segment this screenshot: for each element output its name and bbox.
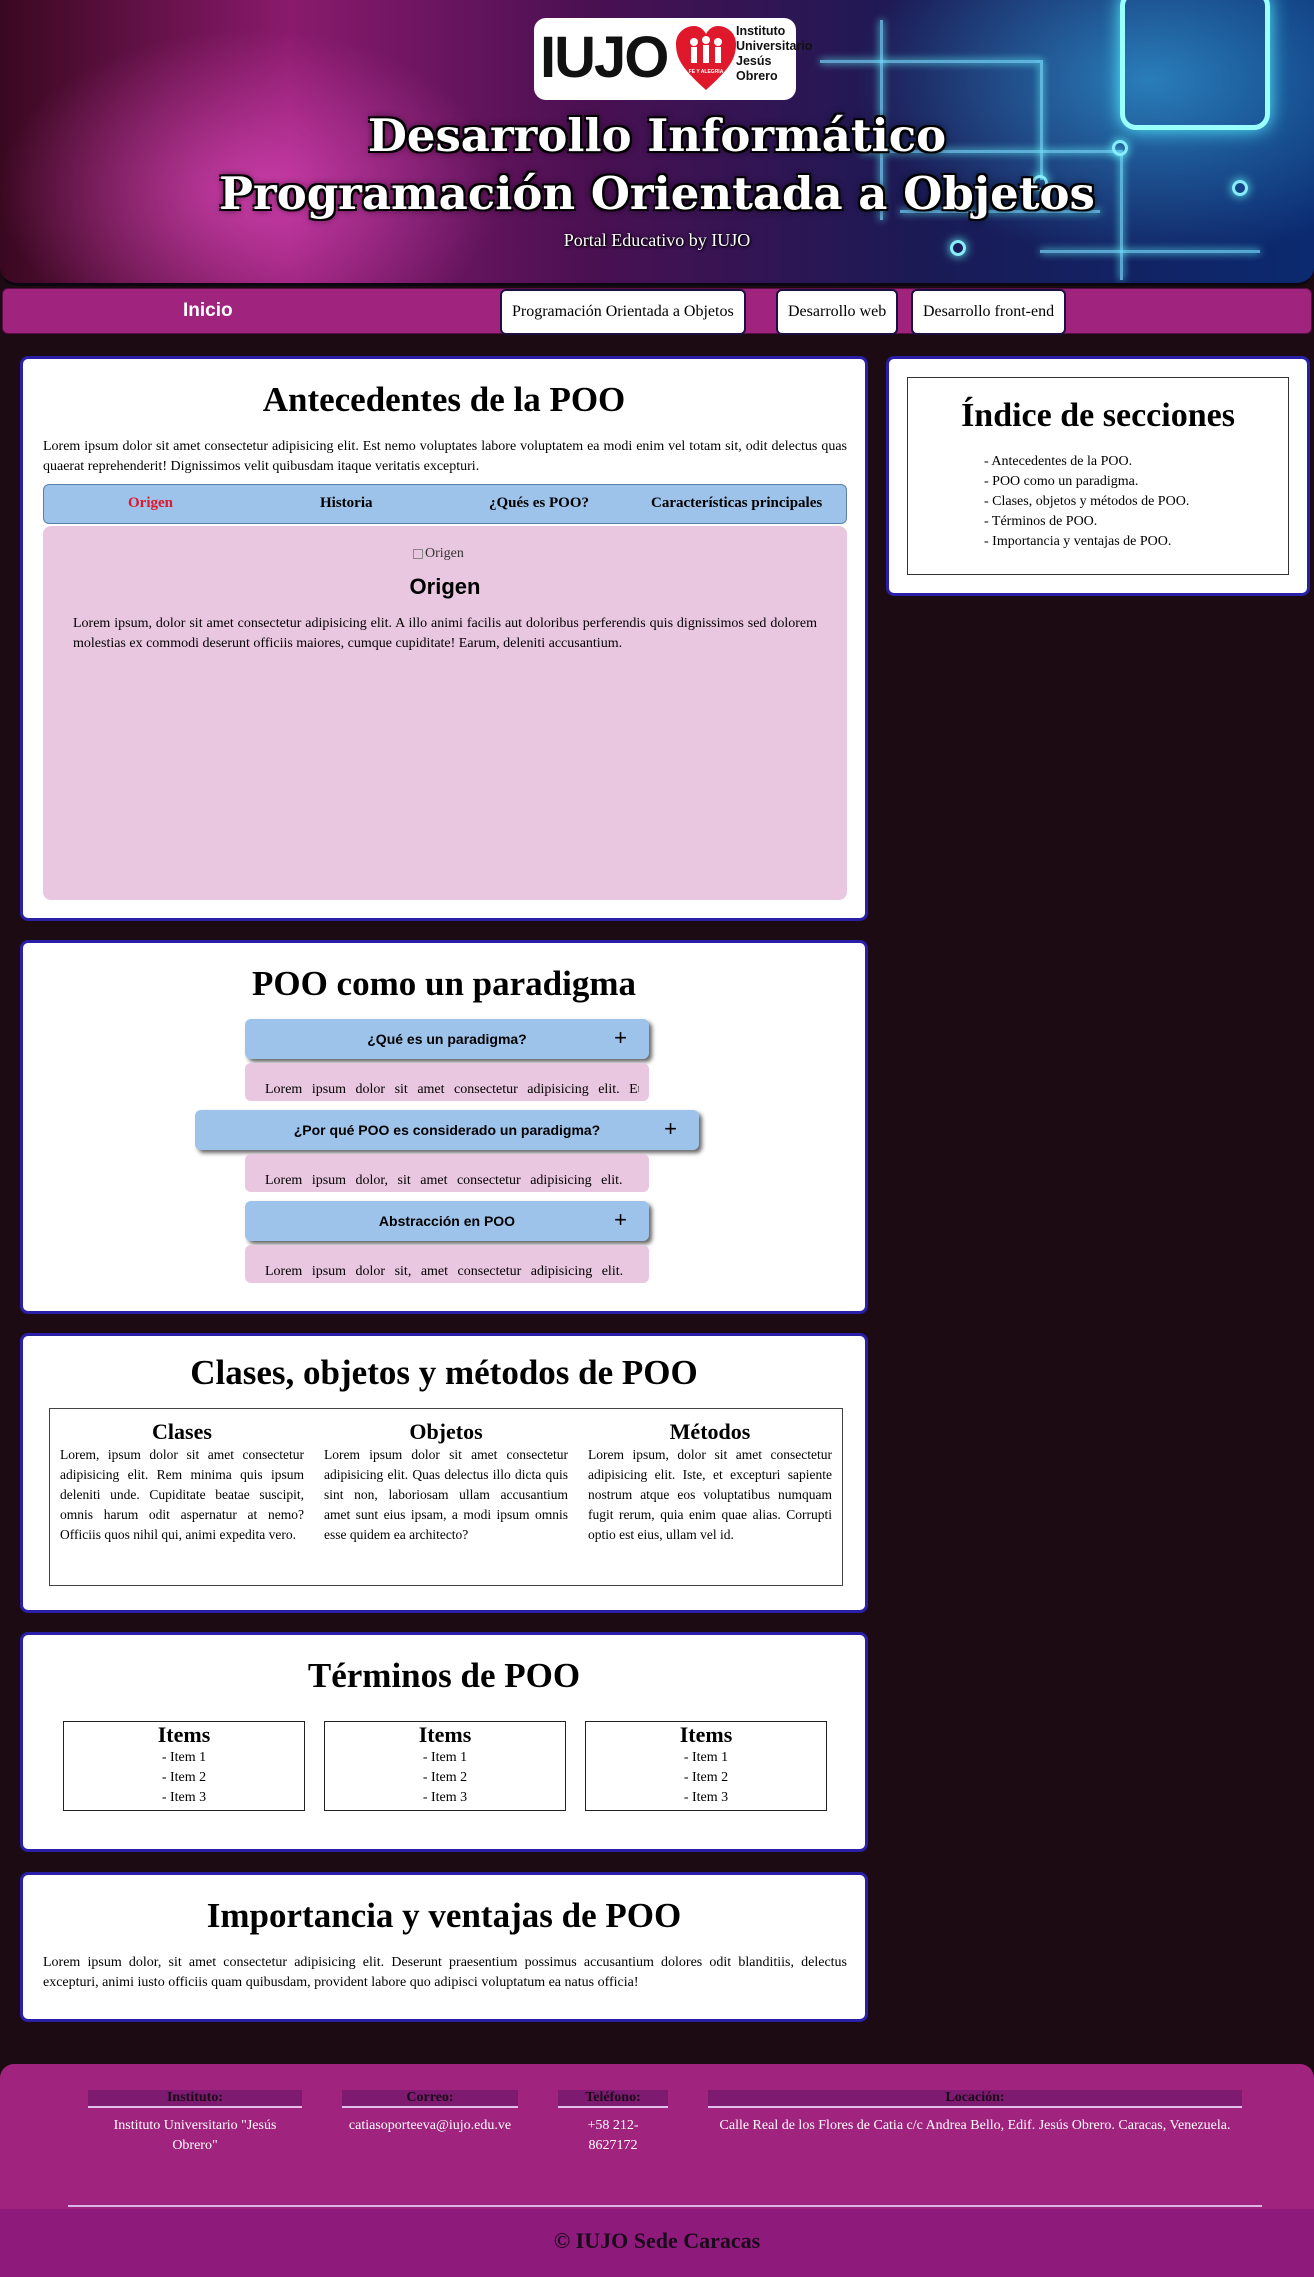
section-importancia: Importancia y ventajas de POO Lorem ipsu… [20, 1872, 868, 2022]
footer: Instituto: Instituto Universitario "Jesú… [0, 2064, 1314, 2277]
index-link-terminos[interactable]: - Términos de POO. [984, 512, 1189, 532]
column-text-clases: Lorem, ipsum dolor sit amet consectetur … [60, 1447, 304, 1542]
tab-que-es-poo[interactable]: ¿Qués es POO? [489, 495, 589, 512]
tab-historia[interactable]: Historia [320, 495, 373, 512]
site-subtitle: Portal Educativo by IUJO [563, 230, 751, 250]
column-title-objetos: Objetos [409, 1419, 483, 1444]
index-link-clases[interactable]: - Clases, objetos y métodos de POO. [984, 492, 1189, 512]
section-terminos: Términos de POO Items - Item 1 - Item 2 … [20, 1632, 868, 1852]
columns-container: Clases Lorem, ipsum dolor sit amet conse… [49, 1408, 843, 1586]
index-box: Índice de secciones - Antecedentes de la… [907, 377, 1289, 575]
footer-label-instituto: Instituto: [88, 2090, 302, 2108]
origen-image: Origen [413, 546, 464, 562]
section-title: Antecedentes de la POO [262, 380, 626, 419]
section-intro: Lorem ipsum dolor sit amet consectetur a… [43, 439, 847, 474]
accordion-header-2[interactable]: ¿Por qué POO es considerado un paradigma… [195, 1110, 699, 1150]
nav-item-poo[interactable]: Programación Orientada a Objetos [500, 289, 746, 335]
tab-content: Origen Origen Lorem ipsum, dolor sit ame… [43, 526, 847, 900]
index-link-antecedentes[interactable]: - Antecedentes de la POO. [984, 452, 1189, 472]
section-title: Clases, objetos y métodos de POO [190, 1353, 698, 1392]
accordion-body-3: Lorem ipsum dolor sit, amet consectetur … [245, 1245, 649, 1283]
items-box-3: Items - Item 1 - Item 2 - Item 3 [585, 1721, 827, 1811]
section-title: Términos de POO [307, 1656, 581, 1695]
tab-bar: Origen Historia ¿Qués es POO? Caracterís… [43, 484, 847, 524]
section-paradigma: POO como un paradigma ¿Qué es un paradig… [20, 940, 868, 1314]
plus-icon[interactable]: + [614, 1207, 627, 1233]
index-title: Índice de secciones [961, 397, 1235, 434]
section-title: Importancia y ventajas de POO [206, 1896, 682, 1935]
nav-home-link[interactable]: Inicio [183, 300, 233, 322]
accordion-body-1: Lorem ipsum dolor sit amet consectetur a… [245, 1063, 649, 1101]
iujo-logo: IUJO FE Y ALEGRIA Instituto Universitari… [534, 18, 812, 100]
footer-divider [68, 2205, 1262, 2207]
footer-label-correo: Correo: [342, 2090, 518, 2108]
footer-label-telefono: Teléfono: [558, 2090, 668, 2108]
column-title-clases: Clases [152, 1419, 212, 1444]
plus-icon[interactable]: + [664, 1116, 677, 1142]
section-clases: Clases, objetos y métodos de POO Clases … [20, 1333, 868, 1613]
nav-item-front-end[interactable]: Desarrollo front-end [911, 289, 1067, 335]
footer-value-locacion: Calle Real de los Flores de Catia c/c An… [719, 2118, 1231, 2133]
section-antecedentes: Antecedentes de la POO Lorem ipsum dolor… [20, 356, 868, 921]
footer-value-instituto: Instituto Universitario "Jesús Obrero" [113, 2118, 277, 2153]
footer-label-locacion: Locación: [708, 2090, 1242, 2108]
column-text-metodos: Lorem ipsum, dolor sit amet consectetur … [588, 1447, 832, 1542]
accordion-header-1[interactable]: ¿Qué es un paradigma? + [245, 1019, 649, 1059]
tab-caracteristicas[interactable]: Características principales [651, 495, 822, 512]
footer-value-telefono: +58 212-8627172 [587, 2118, 639, 2153]
items-box-1: Items - Item 1 - Item 2 - Item 3 [63, 1721, 305, 1811]
section-title: POO como un paradigma [251, 964, 637, 1003]
broken-image-icon [413, 548, 423, 559]
main-nav: Inicio Programación Orientada a Objetos … [2, 288, 1312, 335]
column-text-objetos: Lorem ipsum dolor sit amet consectetur a… [324, 1447, 568, 1542]
index-link-importancia[interactable]: - Importancia y ventajas de POO. [984, 532, 1189, 552]
nav-item-desarrollo-web[interactable]: Desarrollo web [776, 289, 899, 335]
site-title-line1: Desarrollo Informático [367, 109, 947, 162]
section-text: Lorem ipsum dolor, sit amet consectetur … [43, 1955, 847, 1990]
plus-icon[interactable]: + [614, 1025, 627, 1051]
accordion-body-2: Lorem ipsum dolor, sit amet consectetur … [245, 1154, 649, 1192]
site-title-line2: Programación Orientada a Objetos [219, 167, 1095, 220]
accordion-header-3[interactable]: Abstracción en POO + [245, 1201, 649, 1241]
tab-content-title: Origen [409, 574, 481, 599]
copyright: © IUJO Sede Caracas [553, 2228, 761, 2253]
tab-origen[interactable]: Origen [128, 495, 173, 512]
footer-value-correo[interactable]: catiasoporteeva@iujo.edu.ve [332, 2116, 528, 2136]
header-banner: IUJO FE Y ALEGRIA Instituto Universitari… [0, 0, 1314, 286]
index-link-paradigma[interactable]: - POO como un paradigma. [984, 472, 1189, 492]
svg-text:FE Y ALEGRIA: FE Y ALEGRIA [689, 69, 724, 75]
heart-logo-icon: FE Y ALEGRIA [676, 26, 736, 90]
items-box-2: Items - Item 1 - Item 2 - Item 3 [324, 1721, 566, 1811]
sidebar-index: Índice de secciones - Antecedentes de la… [886, 356, 1310, 596]
tab-content-text: Lorem ipsum, dolor sit amet consectetur … [73, 616, 817, 651]
column-title-metodos: Métodos [669, 1419, 751, 1444]
